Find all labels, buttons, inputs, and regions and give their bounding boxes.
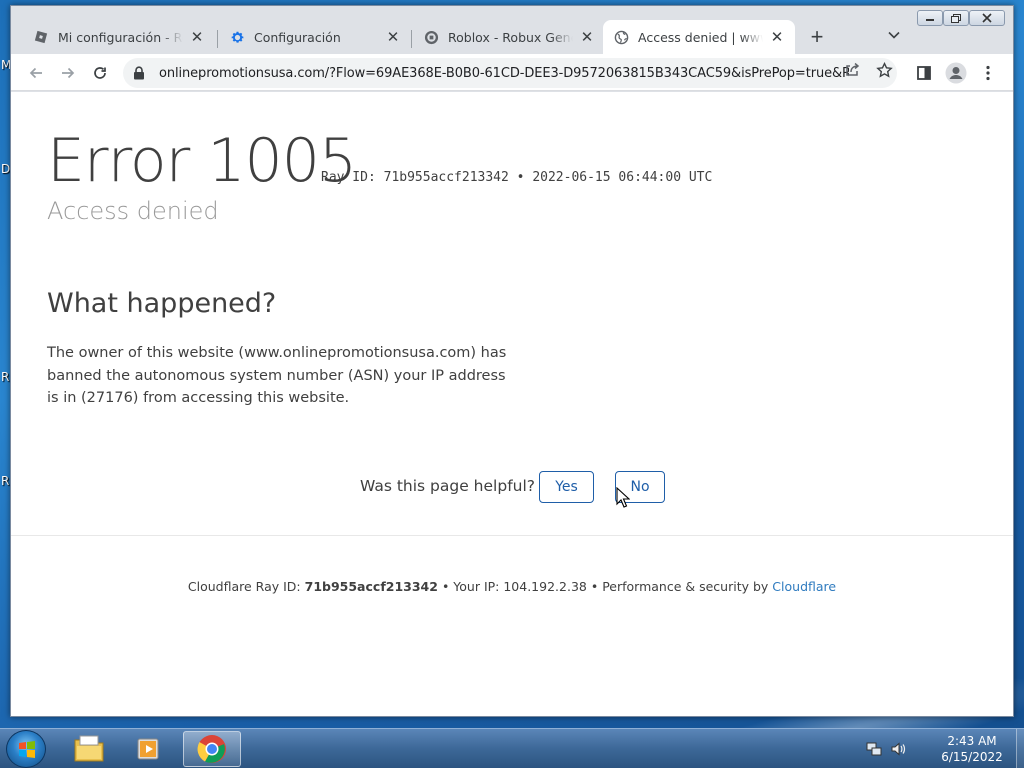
lock-icon[interactable] [133, 66, 147, 80]
footer-performance: Performance & security by [602, 579, 769, 594]
media-player-icon[interactable] [120, 731, 178, 767]
clock-date: 6/15/2022 [941, 750, 1003, 764]
side-panel-icon[interactable] [913, 62, 935, 84]
minimize-button[interactable] [917, 10, 943, 26]
gear-icon [229, 29, 245, 45]
file-explorer-icon[interactable] [60, 731, 118, 767]
footer-divider [11, 535, 1013, 536]
tab-access-denied[interactable]: Access denied | www.onlinepromotionsusa.… [603, 20, 795, 54]
show-desktop-button[interactable] [1016, 729, 1024, 768]
close-tab-icon[interactable]: ✕ [385, 29, 401, 45]
share-icon[interactable] [843, 61, 861, 79]
roblox-icon [33, 29, 49, 45]
tab-title: Configuración [254, 29, 379, 45]
globe-icon [613, 29, 629, 45]
page-content: Error 1005 Ray ID: 71b955accf213342 • 20… [11, 92, 1013, 716]
tab-separator [217, 30, 218, 48]
tab-mi-configuracion[interactable]: Mi configuración - Roblox ✕ [23, 20, 215, 54]
explanation-text: The owner of this website (www.onlinepro… [47, 345, 507, 406]
close-window-button[interactable] [969, 10, 1005, 26]
tab-roblox-robux-generator[interactable]: Roblox - Robux Generator ✕ [413, 20, 605, 54]
more-menu-icon[interactable] [977, 62, 999, 84]
roblox-circle-icon [423, 29, 439, 45]
desktop-icon-label-fragment[interactable]: R [1, 474, 9, 488]
close-tab-icon[interactable]: ✕ [189, 29, 205, 45]
tab-separator [411, 30, 412, 48]
back-arrow-icon[interactable] [25, 62, 47, 84]
what-happened-heading: What happened? [47, 288, 277, 319]
footer-ray-id: 71b955accf213342 [304, 579, 438, 594]
clock-time: 2:43 AM [947, 734, 997, 748]
close-tab-icon[interactable]: ✕ [769, 29, 785, 45]
footer-ip: • Your IP: 104.192.2.38 • [441, 579, 599, 594]
profile-avatar-icon[interactable] [945, 62, 967, 84]
star-icon[interactable] [875, 61, 893, 79]
reload-icon[interactable] [89, 62, 111, 84]
new-tab-button[interactable]: + [807, 26, 827, 48]
tab-title: Access denied | www.onlinepromotionsusa.… [638, 29, 763, 45]
cloudflare-link[interactable]: Cloudflare [772, 579, 836, 594]
close-tab-icon[interactable]: ✕ [579, 29, 595, 45]
mouse-cursor-icon [616, 486, 631, 514]
error-subtitle: Access denied [47, 197, 219, 225]
tab-configuracion[interactable]: Configuración ✕ [219, 20, 411, 54]
system-clock[interactable]: 2:43 AM 6/15/2022 [930, 733, 1014, 765]
address-bar[interactable]: onlinepromotionsusa.com/?Flow=69AE368E-B… [123, 58, 897, 88]
feedback-question: Was this page helpful? [360, 477, 536, 495]
start-button[interactable] [6, 730, 46, 768]
ray-id-line: Ray ID: 71b955accf213342 • 2022-06-15 06… [321, 170, 713, 185]
chevron-down-icon[interactable] [887, 28, 903, 44]
browser-toolbar: onlinepromotionsusa.com/?Flow=69AE368E-B… [11, 54, 1013, 91]
feedback-yes-button[interactable]: Yes [539, 471, 594, 503]
tab-title: Roblox - Robux Generator [448, 29, 573, 45]
tab-title: Mi configuración - Roblox [58, 29, 183, 45]
footer: Cloudflare Ray ID: 71b955accf213342 • Yo… [11, 579, 1013, 594]
desktop-icon-label-fragment[interactable]: R [1, 370, 9, 384]
tab-strip: Mi configuración - Roblox ✕ Configuració… [11, 6, 1013, 58]
error-title: Error 1005 [47, 126, 357, 196]
forward-arrow-icon[interactable] [57, 62, 79, 84]
url-text[interactable]: onlinepromotionsusa.com/?Flow=69AE368E-B… [159, 66, 849, 81]
network-icon[interactable] [866, 741, 882, 757]
desktop-icon-label-fragment[interactable]: D [1, 162, 10, 176]
maximize-button[interactable] [943, 10, 969, 26]
footer-ray-prefix: Cloudflare Ray ID: [187, 579, 301, 594]
browser-window: Mi configuración - Roblox ✕ Configuració… [10, 5, 1014, 717]
volume-icon[interactable] [890, 741, 906, 757]
chrome-taskbar-icon[interactable] [183, 731, 241, 767]
taskbar: 2:43 AM 6/15/2022 [0, 728, 1024, 768]
